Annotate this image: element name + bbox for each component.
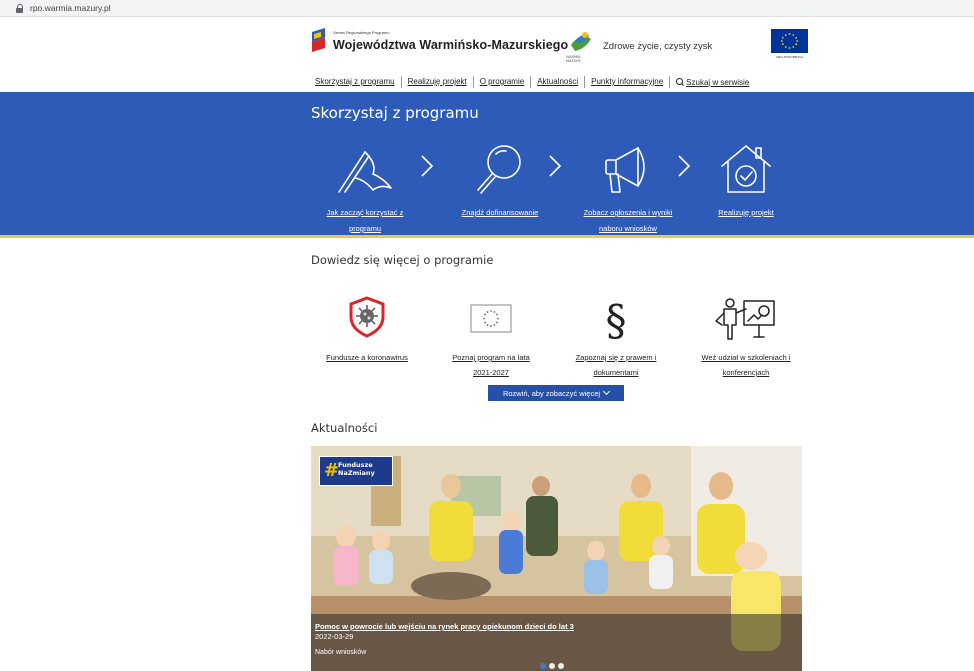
news-title: Aktualności: [311, 421, 378, 435]
program-steps-band: Skorzystaj z programu Jak zacząć korzyst…: [0, 92, 974, 238]
megaphone-icon: [605, 147, 645, 193]
slider-dot[interactable]: [558, 663, 564, 669]
slider-dot[interactable]: [549, 663, 555, 669]
step-announcements[interactable]: Zobacz ogłoszenia i wyniki naboru wniosk…: [563, 140, 693, 233]
logo-title[interactable]: Województwa Warmińsko-Mazurskiego: [333, 38, 568, 52]
browser-address-bar[interactable]: rpo.warmia.mazury.pl: [0, 0, 974, 17]
step-start[interactable]: Jak zacząć korzystać z programu: [300, 140, 430, 233]
warmia-mazury-logo-text: WARMIA MAZURY: [566, 55, 581, 63]
info-covid-label[interactable]: Fundusze a koronawirus: [307, 350, 427, 365]
chevron-down-icon: [603, 387, 611, 396]
step-find-funding[interactable]: Znajdź dofinansowanie: [435, 140, 565, 217]
chevron-right-icon: [421, 155, 434, 177]
info-law-docs[interactable]: § Zapoznaj się z prawem i dokumentami: [556, 295, 676, 377]
slider-dots: [540, 663, 564, 669]
expand-more-button[interactable]: Rozwiń, aby zobaczyć więcej: [488, 385, 624, 401]
step-start-label[interactable]: Jak zacząć korzystać z programu: [300, 205, 430, 237]
info-program-2021[interactable]: Poznaj program na lata 2021-2027: [431, 295, 551, 377]
step-find-funding-label[interactable]: Znajdź dofinansowanie: [435, 205, 565, 221]
svg-text:§: §: [606, 296, 627, 343]
band-title: Skorzystaj z programu: [311, 104, 479, 122]
info-trainings-label[interactable]: Weź udział w szkoleniach i konferencjach: [686, 350, 806, 380]
flag-icon: [338, 151, 392, 193]
main-navigation: Skorzystaj z programu Realizuję projekt …: [309, 75, 749, 89]
step-realize[interactable]: Realizuję projekt: [681, 140, 811, 217]
nav-realizuje[interactable]: Realizuję projekt: [402, 76, 474, 88]
step-realize-label[interactable]: Realizuję projekt: [681, 205, 811, 221]
presentation-icon: [715, 298, 775, 340]
logo-subtitle: Serwis Regionalnego Programu: [333, 30, 390, 35]
warmia-mazury-logo-icon: [571, 32, 591, 51]
eu-flag-icon: [470, 304, 512, 333]
fundusze-badge: # Fundusze NaZmiany: [319, 456, 393, 486]
house-check-icon: [721, 145, 771, 193]
news-date: 2022-03-29: [315, 632, 354, 641]
info-program-2021-label[interactable]: Poznaj program na lata 2021-2027: [431, 350, 551, 380]
site-header: Serwis Regionalnego Programu Województwa…: [0, 17, 974, 92]
nav-aktualnosci[interactable]: Aktualności: [531, 76, 586, 88]
expand-more-label: Rozwiń, aby zobaczyć więcej: [502, 388, 601, 398]
lock-icon: [16, 3, 24, 13]
paragraph-icon: §: [606, 296, 627, 343]
nav-punkty[interactable]: Punkty informacyjne: [585, 76, 671, 88]
search-icon: [676, 78, 684, 86]
virus-shield-icon: [349, 296, 385, 338]
step-announcements-label[interactable]: Zobacz ogłoszenia i wyniki naboru wniosk…: [563, 205, 693, 237]
eu-label: UNIA EUROPEJSKA: [775, 55, 804, 59]
nav-skorzystaj[interactable]: Skorzystaj z programu: [309, 76, 402, 88]
region-logo-icon[interactable]: [312, 28, 325, 56]
news-slider[interactable]: # Fundusze NaZmiany Pomoc w powrocie lub…: [311, 446, 802, 671]
eu-flag-icon: [771, 29, 808, 53]
url-text[interactable]: rpo.warmia.mazury.pl: [30, 3, 111, 13]
slogan: Zdrowe życie, czysty zysk: [603, 41, 713, 52]
info-law-docs-label[interactable]: Zapoznaj się z prawem i dokumentami: [556, 350, 676, 380]
nav-o-programie[interactable]: O programie: [474, 76, 532, 88]
info-trainings[interactable]: Weź udział w szkoleniach i konferencjach: [686, 295, 806, 377]
info-covid[interactable]: Fundusze a koronawirus: [307, 295, 427, 362]
news-category: Nabór wniosków: [315, 649, 367, 656]
learn-more-title: Dowiedz się więcej o programie: [311, 253, 494, 267]
search-link[interactable]: Szukaj w serwisie: [670, 78, 749, 87]
hashtag-icon: #: [324, 460, 340, 481]
chevron-right-icon: [549, 155, 562, 177]
slider-dot[interactable]: [540, 663, 546, 669]
magnifier-icon: [477, 145, 521, 194]
news-headline[interactable]: Pomoc w powrocie lub wejściu na rynek pr…: [315, 622, 574, 631]
search-label[interactable]: Szukaj w serwisie: [686, 78, 749, 87]
